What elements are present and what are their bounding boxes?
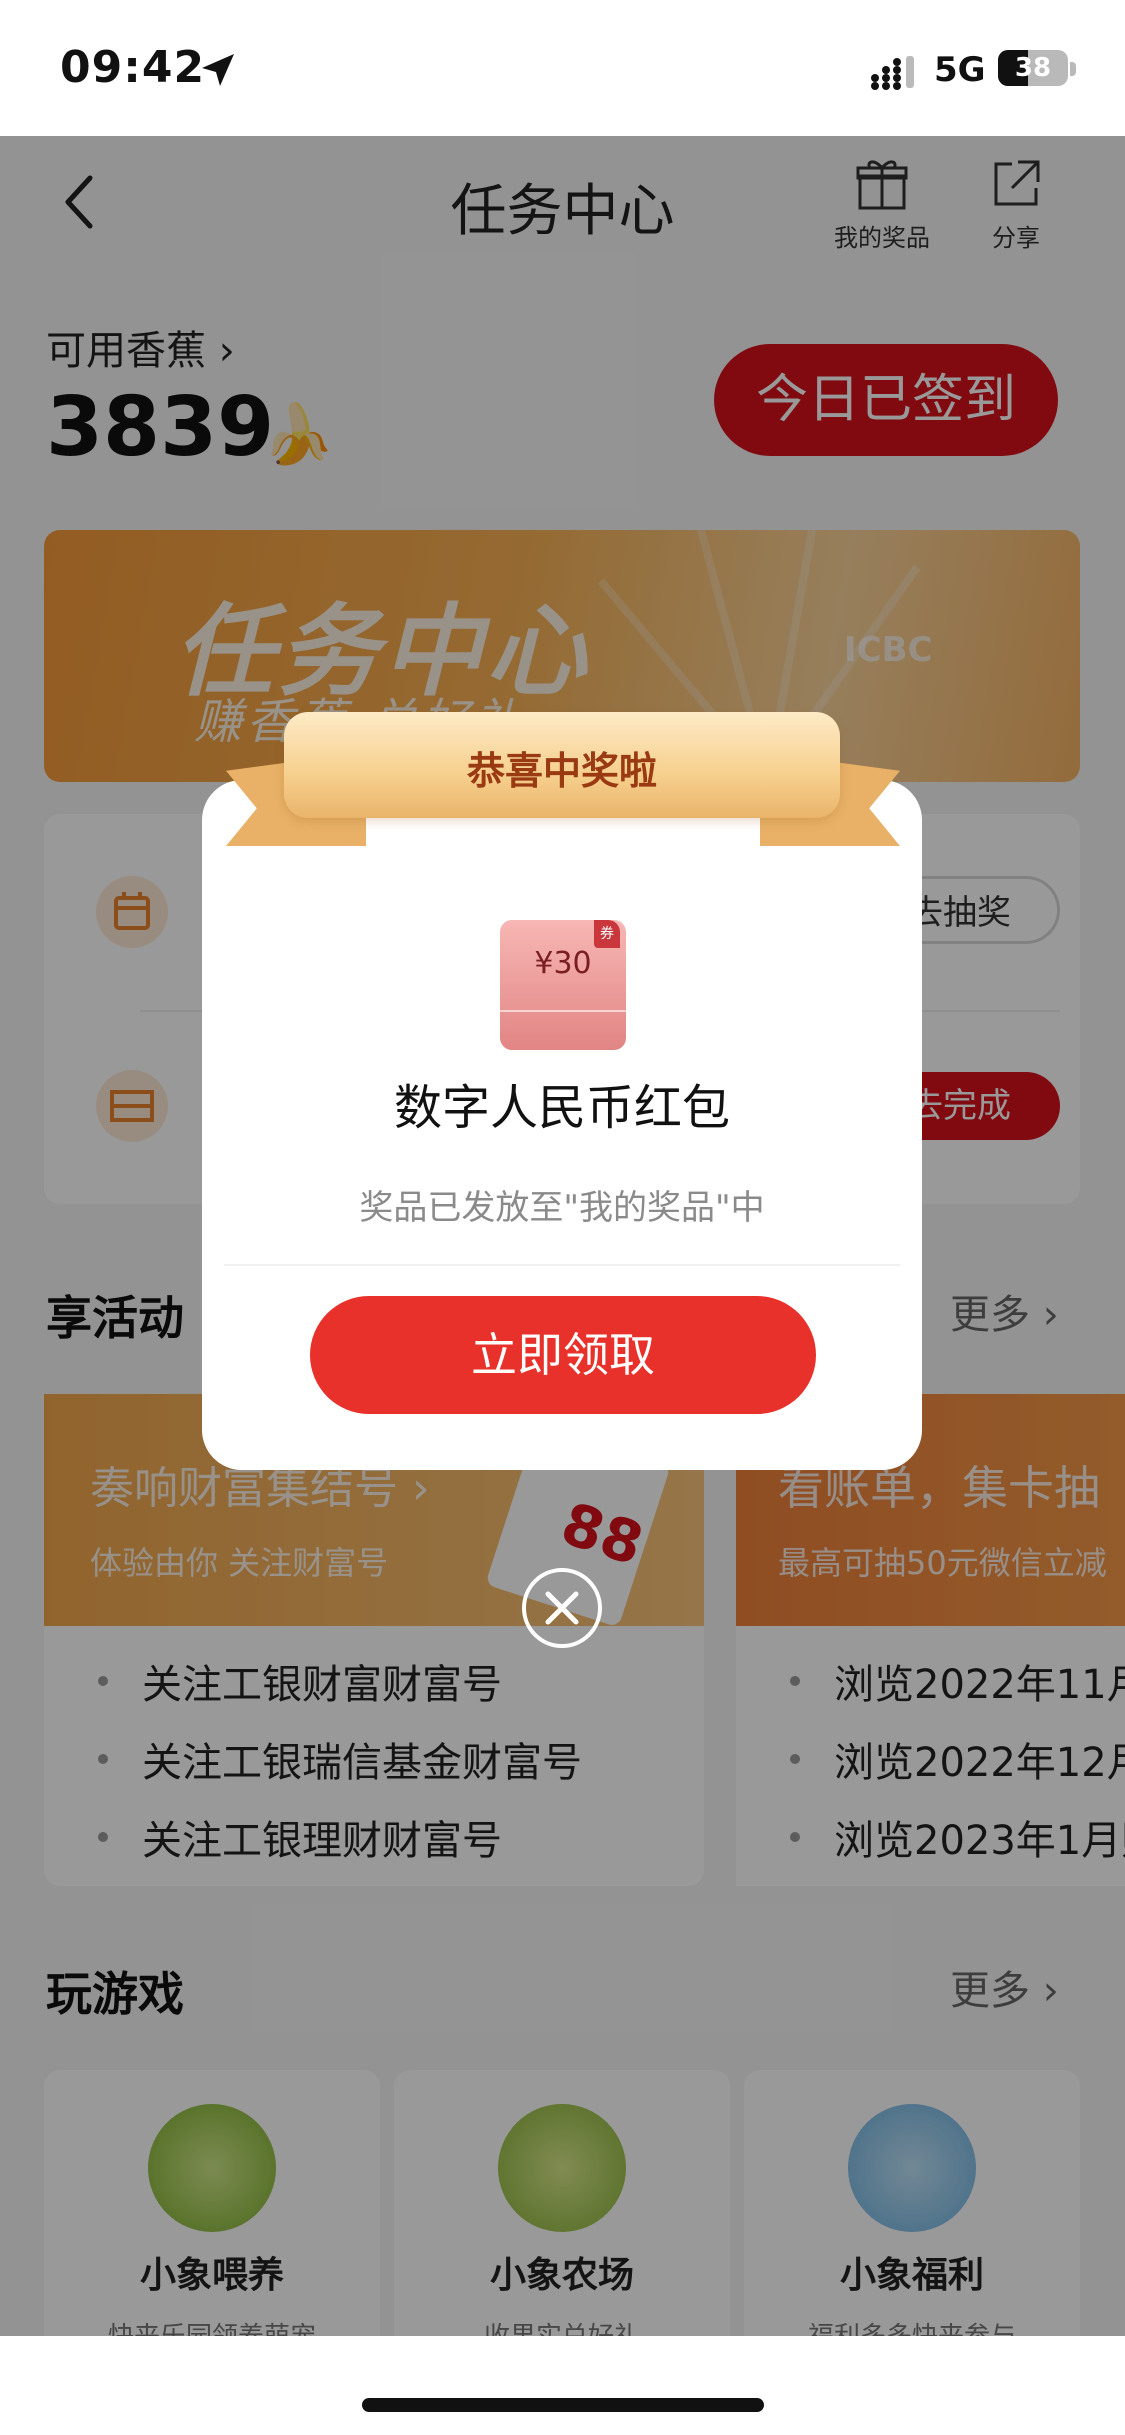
coupon-amount: ¥30 bbox=[534, 946, 592, 981]
coupon-tag: 券 bbox=[594, 920, 620, 948]
prize-name: 数字人民币红包 bbox=[393, 1080, 730, 1136]
prize-description: 奖品已发放至"我的奖品"中 bbox=[359, 1188, 765, 1228]
signal-icon bbox=[871, 56, 914, 90]
close-modal-button[interactable] bbox=[522, 1568, 602, 1648]
coupon-perforation bbox=[500, 1010, 626, 1012]
location-arrow-icon bbox=[202, 54, 234, 86]
congrats-title: 恭喜中奖啦 bbox=[466, 749, 657, 793]
bottom-safe-area bbox=[0, 2336, 1125, 2435]
claim-now-button[interactable]: 立即领取 bbox=[310, 1296, 816, 1414]
battery-icon: 38 bbox=[998, 50, 1068, 86]
close-icon bbox=[545, 1591, 579, 1625]
status-time: 09:42 bbox=[60, 42, 206, 93]
battery-level: 38 bbox=[1014, 53, 1052, 83]
modal-divider bbox=[224, 1264, 900, 1266]
battery-cap bbox=[1070, 62, 1076, 76]
home-indicator[interactable] bbox=[362, 2398, 764, 2412]
network-type: 5G bbox=[934, 50, 986, 90]
